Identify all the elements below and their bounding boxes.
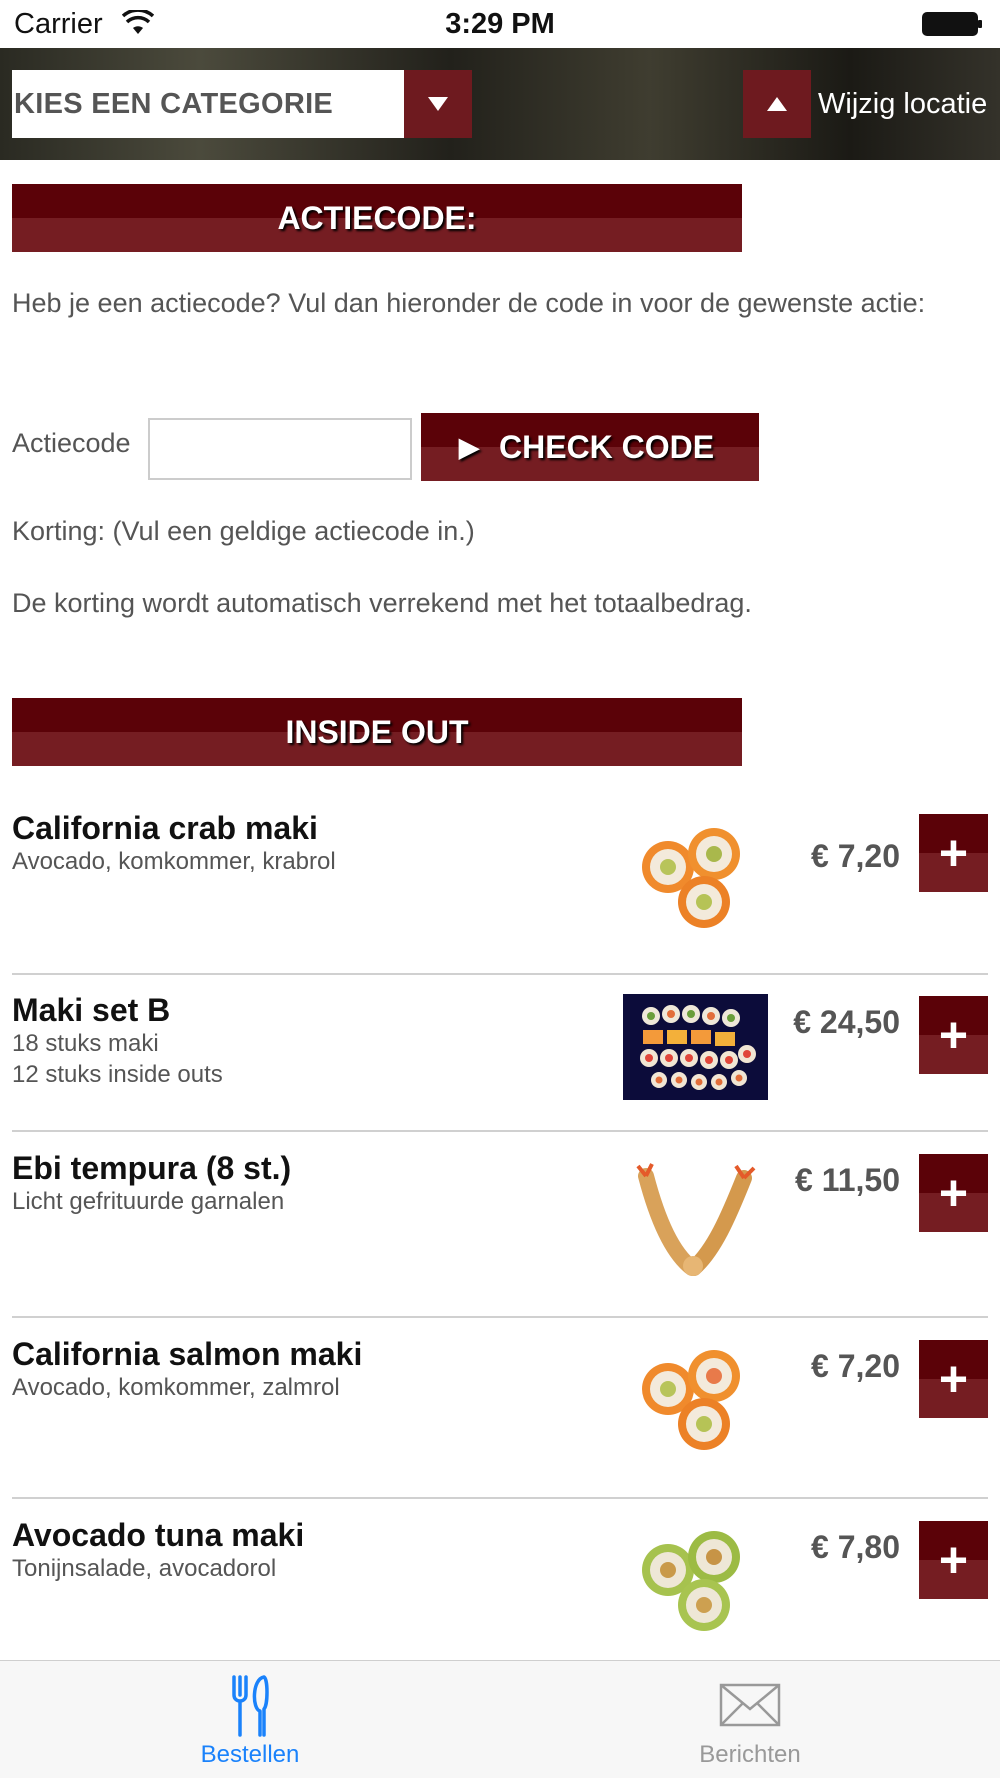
item-divider	[12, 973, 988, 975]
plus-icon: +	[938, 1351, 969, 1407]
triangle-down-icon	[428, 97, 448, 111]
menu-item: Avocado tuna maki Tonijnsalade, avocador…	[0, 1507, 1000, 1659]
plus-icon: +	[938, 1532, 969, 1588]
category-dropdown-button[interactable]	[404, 70, 472, 138]
item-description: 18 stuks maki 12 stuks inside outs	[12, 1028, 223, 1090]
item-description-line: 12 stuks inside outs	[12, 1061, 223, 1088]
item-price: € 7,20	[811, 838, 900, 874]
change-location-label[interactable]: Wijzig locatie	[818, 70, 987, 138]
sushi-roll-image	[642, 1531, 740, 1631]
add-to-cart-button[interactable]: +	[919, 996, 988, 1074]
maki-set-image	[623, 994, 768, 1100]
battery-icon	[922, 12, 982, 36]
item-name: Maki set B	[12, 992, 171, 1028]
category-section-header: INSIDE OUT	[12, 698, 742, 766]
item-description: Tonijnsalade, avocadorol	[12, 1553, 276, 1584]
item-description-line: Tonijnsalade, avocadorol	[12, 1555, 277, 1582]
check-code-button[interactable]: ▶ CHECK CODE	[421, 413, 759, 481]
promo-code-label: Actiecode	[12, 428, 131, 458]
tab-bestellen[interactable]: Bestellen	[0, 1661, 500, 1779]
item-description: Avocado, komkommer, krabrol	[12, 846, 336, 877]
promo-code-input[interactable]	[148, 418, 412, 480]
sushi-roll-image	[642, 828, 740, 928]
add-to-cart-button[interactable]: +	[919, 1521, 988, 1599]
item-price: € 7,20	[811, 1348, 900, 1384]
item-description: Licht gefrituurde garnalen	[12, 1186, 284, 1217]
item-description: Avocado, komkommer, zalmrol	[12, 1372, 340, 1403]
discount-status: Korting: (Vul een geldige actiecode in.)	[12, 516, 475, 546]
fork-knife-icon	[232, 1675, 269, 1737]
envelope-icon	[719, 1683, 781, 1727]
change-location-button[interactable]	[743, 70, 811, 138]
promo-section-header: ACTIECODE:	[12, 184, 742, 252]
item-description-line: Avocado, komkommer, zalmrol	[12, 1374, 340, 1401]
item-price: € 24,50	[793, 1004, 900, 1040]
item-price: € 7,80	[811, 1529, 900, 1565]
promo-title: ACTIECODE:	[277, 200, 477, 236]
menu-item: Maki set B 18 stuks maki 12 stuks inside…	[0, 982, 1000, 1132]
add-to-cart-button[interactable]: +	[919, 814, 988, 892]
sushi-roll-image	[642, 1350, 740, 1450]
check-code-label: CHECK CODE	[499, 429, 715, 465]
discount-note: De korting wordt automatisch verrekend m…	[12, 588, 752, 618]
tab-berichten[interactable]: Berichten	[500, 1661, 1000, 1779]
item-description-line: Avocado, komkommer, krabrol	[12, 848, 336, 875]
plus-icon: +	[938, 1165, 969, 1221]
menu-item: California salmon maki Avocado, komkomme…	[0, 1326, 1000, 1496]
status-bar: Carrier 3:29 PM	[0, 0, 1000, 48]
category-select[interactable]: KIES EEN CATEGORIE	[12, 70, 472, 138]
category-title: INSIDE OUT	[285, 714, 469, 750]
tab-bar: Bestellen Berichten	[0, 1660, 1000, 1778]
tab-berichten-label: Berichten	[699, 1741, 801, 1768]
triangle-up-icon	[767, 97, 787, 111]
tempura-shrimp-image	[636, 1163, 756, 1276]
add-to-cart-button[interactable]: +	[919, 1154, 988, 1232]
plus-icon: +	[938, 825, 969, 881]
item-divider	[12, 1316, 988, 1318]
category-select-label: KIES EEN CATEGORIE	[14, 88, 334, 120]
item-name: Avocado tuna maki	[12, 1517, 305, 1553]
header-bar: KIES EEN CATEGORIE Wijzig locatie	[0, 48, 1000, 160]
menu-item: California crab maki Avocado, komkommer,…	[0, 800, 1000, 970]
add-to-cart-button[interactable]: +	[919, 1340, 988, 1418]
plus-icon: +	[938, 1007, 969, 1063]
play-icon: ▶	[459, 432, 479, 462]
item-divider	[12, 1130, 988, 1132]
item-name: California salmon maki	[12, 1336, 363, 1372]
item-divider	[12, 1497, 988, 1499]
item-name: Ebi tempura (8 st.)	[12, 1150, 292, 1186]
item-name: California crab maki	[12, 810, 318, 846]
promo-intro: Heb je een actiecode? Vul dan hieronder …	[12, 288, 926, 318]
menu-item: Ebi tempura (8 st.) Licht gefrituurde ga…	[0, 1140, 1000, 1315]
item-description-line: Licht gefrituurde garnalen	[12, 1188, 285, 1215]
tab-bestellen-label: Bestellen	[200, 1741, 300, 1768]
item-description-line: 18 stuks maki	[12, 1030, 159, 1057]
status-time: 3:29 PM	[445, 8, 555, 40]
item-price: € 11,50	[795, 1162, 900, 1198]
